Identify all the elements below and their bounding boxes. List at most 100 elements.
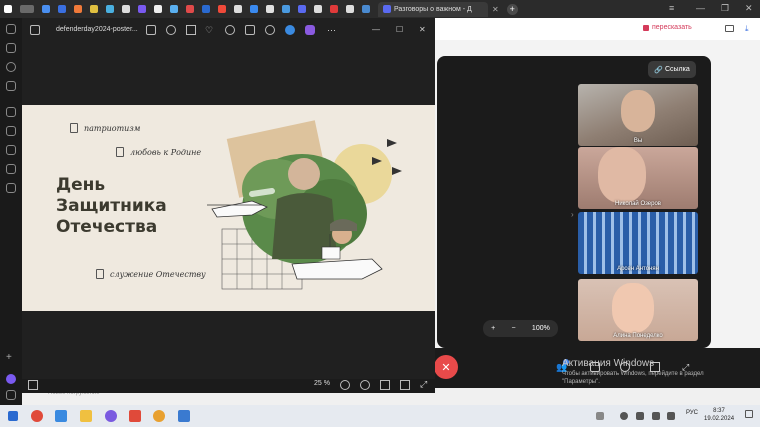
fullscreen-icon[interactable]: ⤢ xyxy=(420,379,430,389)
close-window-icon[interactable]: ✕ xyxy=(745,3,753,14)
browser-menu-icon[interactable] xyxy=(4,5,12,13)
active-tab[interactable]: Разговоры о важном - Д xyxy=(378,1,488,17)
conference-zoom-control: + − 100% xyxy=(483,320,558,337)
volume-icon[interactable] xyxy=(667,412,675,420)
rotate-icon[interactable] xyxy=(166,25,176,35)
actual-size-icon[interactable] xyxy=(380,380,390,390)
participant-tile[interactable]: Арсен Антонян xyxy=(578,212,698,274)
share-link-button[interactable]: 🔗 Ссылка xyxy=(648,61,696,78)
zoom-in-button[interactable]: + xyxy=(491,325,495,332)
download-icon[interactable]: ⤓ xyxy=(745,24,749,34)
viewer-bottom-bar xyxy=(22,379,435,393)
filmstrip-icon[interactable] xyxy=(28,380,38,390)
tray-expand-icon[interactable] xyxy=(596,412,604,420)
viewer-file-name: defenderday2024-poster... xyxy=(56,26,138,33)
tab-icon[interactable] xyxy=(266,5,274,13)
delete-icon[interactable] xyxy=(186,25,196,35)
zoom-out-button[interactable]: − xyxy=(512,325,516,332)
sidebar-collections-icon[interactable] xyxy=(6,43,16,53)
close-tab-icon[interactable]: ✕ xyxy=(492,5,499,14)
tab-icon[interactable] xyxy=(42,5,50,13)
viber-icon[interactable] xyxy=(105,410,117,422)
tab-icon[interactable] xyxy=(106,5,114,13)
tab-icon[interactable] xyxy=(90,5,98,13)
chrome-icon[interactable] xyxy=(153,410,165,422)
retell-button[interactable]: пересказать xyxy=(652,24,692,31)
zoom-out-icon[interactable] xyxy=(340,380,350,390)
participant-tile[interactable]: Николай Озеров xyxy=(578,147,698,209)
reader-mode-icon[interactable] xyxy=(725,25,734,32)
yandex-icon[interactable] xyxy=(129,410,141,422)
yandex-browser-icon[interactable] xyxy=(31,410,43,422)
notifications-icon[interactable] xyxy=(745,410,753,418)
participant-tile[interactable]: Вы xyxy=(578,84,698,146)
file-explorer-icon[interactable] xyxy=(80,410,92,422)
edit-icon[interactable] xyxy=(146,25,156,35)
taskbar-clock[interactable]: 8:37 19.02.2024 xyxy=(704,407,734,423)
photos-icon[interactable] xyxy=(178,410,190,422)
tab-icon[interactable] xyxy=(314,5,322,13)
sidebar-app-icon[interactable] xyxy=(6,126,16,136)
tab-icon[interactable] xyxy=(330,5,338,13)
tab-icon[interactable] xyxy=(362,5,370,13)
mail-icon[interactable] xyxy=(55,410,67,422)
info-icon[interactable] xyxy=(225,25,235,35)
sidebar-news-icon[interactable] xyxy=(6,81,16,91)
collapse-chevron-icon[interactable]: › xyxy=(571,210,574,219)
minimize-icon[interactable]: — xyxy=(696,3,705,13)
tab-icon[interactable] xyxy=(20,5,34,13)
tab-icon[interactable] xyxy=(122,5,130,13)
sidebar-app-icon[interactable] xyxy=(6,145,16,155)
sidebar-add-icon[interactable]: + xyxy=(6,353,16,363)
sidebar-app-icon[interactable] xyxy=(6,164,16,174)
poster-tagline: патриотизм xyxy=(84,124,141,133)
tab-icon[interactable] xyxy=(138,5,146,13)
gallery-icon[interactable] xyxy=(30,25,40,35)
tray-icon[interactable] xyxy=(620,412,628,420)
tab-favicon-icon xyxy=(383,5,391,13)
close-icon[interactable]: ✕ xyxy=(419,25,429,35)
participant-face xyxy=(598,147,646,203)
tab-icon[interactable] xyxy=(170,5,178,13)
fit-to-window-icon[interactable] xyxy=(400,380,410,390)
print-icon[interactable] xyxy=(245,25,255,35)
participant-face xyxy=(612,283,654,333)
tab-icon[interactable] xyxy=(282,5,290,13)
poster-image: патриотизм любовь к Родине День Защитник… xyxy=(22,105,435,311)
new-tab-icon[interactable]: + xyxy=(506,3,518,15)
tab-icon[interactable] xyxy=(74,5,82,13)
more-options-icon[interactable]: ··· xyxy=(327,25,337,35)
onedrive-icon[interactable] xyxy=(285,25,295,35)
clipchamp-icon[interactable] xyxy=(305,25,315,35)
wifi-icon[interactable] xyxy=(652,412,660,420)
participant-tile[interactable]: Алина Понеделко xyxy=(578,279,698,341)
favorite-icon[interactable]: ♡ xyxy=(205,25,215,35)
tabs-menu-icon[interactable]: ≡ xyxy=(669,3,674,13)
end-call-button[interactable]: ✕ xyxy=(434,355,458,379)
sidebar-app-icon[interactable] xyxy=(6,107,16,117)
tab-icon[interactable] xyxy=(234,5,242,13)
maximize-icon[interactable]: ☐ xyxy=(396,25,406,35)
viewer-zoom-level: 25 % xyxy=(314,380,330,387)
sidebar-tabs-icon[interactable] xyxy=(6,24,16,34)
tab-icon[interactable] xyxy=(298,5,306,13)
tray-icon[interactable] xyxy=(636,412,644,420)
tab-icon[interactable] xyxy=(346,5,354,13)
language-indicator[interactable]: РУС xyxy=(686,410,698,416)
tab-icon[interactable] xyxy=(186,5,194,13)
sidebar-play-icon[interactable] xyxy=(6,62,16,72)
zoom-in-icon[interactable] xyxy=(360,380,370,390)
sidebar-app-icon[interactable] xyxy=(6,183,16,193)
start-icon[interactable] xyxy=(8,411,18,421)
tab-icon[interactable] xyxy=(250,5,258,13)
share-icon[interactable] xyxy=(265,25,275,35)
alice-assistant-icon[interactable] xyxy=(6,374,16,384)
tab-icon[interactable] xyxy=(154,5,162,13)
tab-icon[interactable] xyxy=(202,5,210,13)
minimize-icon[interactable]: — xyxy=(372,25,382,35)
poster-title: День Защитника Отечества xyxy=(56,175,167,237)
tab-icon[interactable] xyxy=(218,5,226,13)
sidebar-settings-icon[interactable] xyxy=(6,390,16,400)
restore-icon[interactable]: ❐ xyxy=(721,3,729,14)
tab-icon[interactable] xyxy=(58,5,66,13)
